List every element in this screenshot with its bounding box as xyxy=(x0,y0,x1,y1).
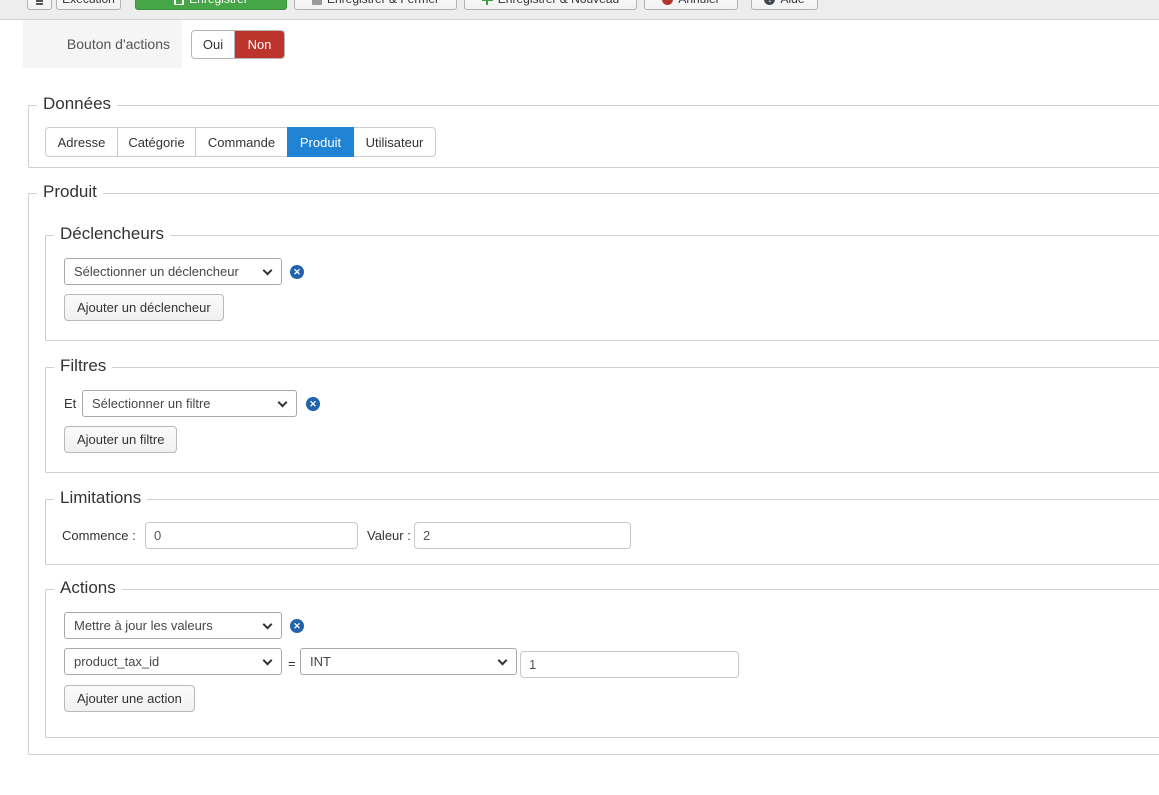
start-input[interactable] xyxy=(145,522,358,549)
limitations-fieldset: Limitations Commence : Valeur : xyxy=(45,488,1159,565)
actions-fieldset: Actions Mettre à jour les valeurs produc… xyxy=(45,578,1159,738)
declencheurs-legend: Déclencheurs xyxy=(54,224,170,244)
donnees-fieldset: Données Adresse Catégorie Commande Produ… xyxy=(28,94,1159,168)
toggle-no-button[interactable]: Non xyxy=(235,31,284,58)
filtres-fieldset: Filtres Et Sélectionner un filtre Ajoute… xyxy=(45,356,1159,473)
actions-legend: Actions xyxy=(54,578,122,598)
filter-operator-label: Et xyxy=(64,396,77,411)
action-value-type-select[interactable]: INT xyxy=(300,648,517,675)
help-button-label: Aide xyxy=(780,0,804,6)
plus-icon xyxy=(481,0,493,5)
action-value-input[interactable] xyxy=(520,651,739,678)
save-new-button[interactable]: Enregistrer & Nouveau xyxy=(464,0,637,10)
value-input[interactable] xyxy=(414,522,631,549)
save-button[interactable]: Enregistrer xyxy=(135,0,287,10)
value-label: Valeur : xyxy=(367,528,411,543)
remove-trigger-icon[interactable] xyxy=(290,265,304,279)
donnees-legend: Données xyxy=(37,94,118,114)
remove-filter-icon[interactable] xyxy=(306,397,320,411)
produit-fieldset: Produit Déclencheurs Sélectionner un déc… xyxy=(28,182,1159,755)
cancel-button[interactable]: Annuler xyxy=(644,0,738,10)
trigger-select[interactable]: Sélectionner un déclencheur xyxy=(64,258,282,285)
filter-select[interactable]: Sélectionner un filtre xyxy=(82,390,297,417)
save-icon xyxy=(174,0,185,5)
page: Exécution Enregistrer Enregistrer & Ferm… xyxy=(0,0,1159,795)
remove-action-icon[interactable] xyxy=(290,619,304,633)
toolbar: Exécution Enregistrer Enregistrer & Ferm… xyxy=(0,0,1159,20)
chevron-down-icon xyxy=(262,655,273,665)
limitations-legend: Limitations xyxy=(54,488,148,508)
save-new-button-label: Enregistrer & Nouveau xyxy=(498,0,619,6)
tab-categorie[interactable]: Catégorie xyxy=(117,127,196,157)
chevron-down-icon xyxy=(497,655,508,665)
start-label: Commence : xyxy=(62,528,136,543)
add-action-button[interactable]: Ajouter une action xyxy=(64,685,195,712)
execution-button-label: Exécution xyxy=(62,0,115,6)
hamburger-icon xyxy=(36,0,43,5)
add-filter-button[interactable]: Ajouter un filtre xyxy=(64,426,178,453)
equals-label: = xyxy=(288,656,296,671)
filtres-legend: Filtres xyxy=(54,356,113,376)
declencheurs-fieldset: Déclencheurs Sélectionner un déclencheur… xyxy=(45,224,1159,341)
action-button-row-label: Bouton d'actions xyxy=(23,20,182,68)
action-type-select[interactable]: Mettre à jour les valeurs xyxy=(64,612,282,639)
tab-utilisateur[interactable]: Utilisateur xyxy=(353,127,436,157)
execution-button[interactable]: Exécution xyxy=(56,0,121,10)
save-button-label: Enregistrer xyxy=(189,0,248,6)
save-close-button-label: Enregistrer & Fermer xyxy=(327,0,439,6)
menu-button[interactable] xyxy=(27,0,52,10)
toggle-yes-button[interactable]: Oui xyxy=(192,31,235,58)
action-button-toggle: Oui Non xyxy=(192,31,284,58)
save-close-button[interactable]: Enregistrer & Fermer xyxy=(294,0,457,10)
save-close-icon xyxy=(311,0,322,5)
chevron-down-icon xyxy=(262,619,273,629)
help-icon: ? xyxy=(764,0,776,5)
tab-produit[interactable]: Produit xyxy=(287,127,354,157)
help-button[interactable]: ? Aide xyxy=(751,0,818,10)
chevron-down-icon xyxy=(277,397,288,407)
chevron-down-icon xyxy=(262,265,273,275)
add-trigger-button[interactable]: Ajouter un déclencheur xyxy=(64,294,224,321)
cancel-icon xyxy=(662,0,674,5)
tab-adresse[interactable]: Adresse xyxy=(45,127,118,157)
action-field-select[interactable]: product_tax_id xyxy=(64,648,282,675)
produit-legend: Produit xyxy=(37,182,103,202)
tab-commande[interactable]: Commande xyxy=(195,127,288,157)
entity-tabs: Adresse Catégorie Commande Produit Utili… xyxy=(45,127,436,157)
cancel-button-label: Annuler xyxy=(678,0,719,6)
